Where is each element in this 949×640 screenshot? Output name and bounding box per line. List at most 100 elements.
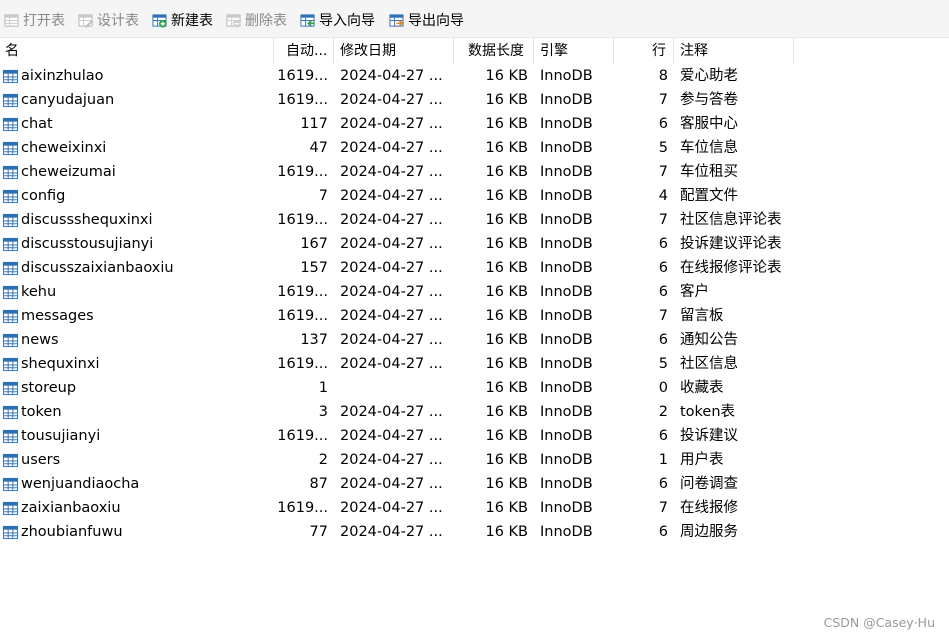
table-row[interactable]: aixinzhulao 1619... 2024-04-27 ... 16 KB Inn… xyxy=(0,64,949,88)
column-divider[interactable] xyxy=(453,38,454,64)
table-name-cell[interactable]: discussshequxinxi xyxy=(3,208,271,232)
comment-cell: 投诉建议评论表 xyxy=(680,236,782,252)
data-length-cell: 16 KB xyxy=(485,188,528,204)
delete-table-button[interactable]: 删除表 xyxy=(226,10,287,30)
engine-cell: InnoDB xyxy=(540,356,593,372)
rows-cell: 6 xyxy=(658,524,668,540)
table-name-cell[interactable]: users xyxy=(3,448,271,472)
design-table-button[interactable]: 设计表 xyxy=(78,10,139,30)
import-icon xyxy=(300,13,315,27)
table-row[interactable]: cheweixinxi 47 2024-04-27 ... 16 KB InnoDB 5 车… xyxy=(0,136,949,160)
engine-cell: InnoDB xyxy=(540,260,593,276)
table-name-cell[interactable]: canyudajuan xyxy=(3,88,271,112)
modified-date-cell: 2024-04-27 ... xyxy=(340,332,443,348)
engine-cell: InnoDB xyxy=(540,212,593,228)
table-name-cell[interactable]: cheweizumai xyxy=(3,160,271,184)
data-length-cell: 16 KB xyxy=(485,260,528,276)
table-row[interactable]: discusszaixianbaoxiu 157 2024-04-27 ... 16 … xyxy=(0,256,949,280)
table-row[interactable]: config 7 2024-04-27 ... 16 KB InnoDB 4 配置文件 xyxy=(0,184,949,208)
column-header-rows[interactable]: 行 xyxy=(652,38,670,64)
table-row[interactable]: zaixianbaoxiu 1619... 2024-04-27 ... 16 KB I… xyxy=(0,496,949,520)
new-table-icon xyxy=(152,13,167,28)
engine-cell: InnoDB xyxy=(540,428,593,444)
table-name-cell[interactable]: zhoubianfuwu xyxy=(3,520,271,544)
import-wizard-button[interactable]: 导入向导 xyxy=(300,10,375,30)
table-row[interactable]: shequxinxi 1619... 2024-04-27 ... 16 KB Inno… xyxy=(0,352,949,376)
column-divider[interactable] xyxy=(333,38,334,64)
table-name-cell[interactable]: cheweixinxi xyxy=(3,136,271,160)
table-name-cell[interactable]: token xyxy=(3,400,271,424)
comment-cell: 客户 xyxy=(680,284,709,300)
column-divider[interactable] xyxy=(793,38,794,64)
column-header-data-length[interactable]: 数据长度 xyxy=(468,38,530,64)
table-row[interactable]: chat 117 2024-04-27 ... 16 KB InnoDB 6 客服中心 xyxy=(0,112,949,136)
table-row[interactable]: zhoubianfuwu 77 2024-04-27 ... 16 KB InnoDB 6… xyxy=(0,520,949,544)
table-icon xyxy=(3,453,18,467)
table-row[interactable]: token 3 2024-04-27 ... 16 KB InnoDB 2 token表 xyxy=(0,400,949,424)
table-name-cell[interactable]: news xyxy=(3,328,271,352)
table-row[interactable]: discussshequxinxi 1619... 2024-04-27 ... 16… xyxy=(0,208,949,232)
table-name-cell[interactable]: kehu xyxy=(3,280,271,304)
table-name-cell[interactable]: chat xyxy=(3,112,271,136)
table-row[interactable]: tousujianyi 1619... 2024-04-27 ... 16 KB Inn… xyxy=(0,424,949,448)
table-row[interactable]: users 2 2024-04-27 ... 16 KB InnoDB 1 用户表 xyxy=(0,448,949,472)
auto-increment-cell: 167 xyxy=(300,236,328,252)
table-row[interactable]: cheweizumai 1619... 2024-04-27 ... 16 KB Inn… xyxy=(0,160,949,184)
table-name-cell[interactable]: discusszaixianbaoxiu xyxy=(3,256,271,280)
auto-increment-cell: 1619... xyxy=(277,68,328,84)
table-icon xyxy=(3,213,18,227)
comment-cell: 参与答卷 xyxy=(680,92,738,108)
rows-cell: 7 xyxy=(658,164,668,180)
open-table-button[interactable]: 打开表 xyxy=(4,10,65,30)
column-divider[interactable] xyxy=(673,38,674,64)
table-name-cell[interactable]: aixinzhulao xyxy=(3,64,271,88)
comment-cell: 配置文件 xyxy=(680,188,738,204)
table-name-cell[interactable]: storeup xyxy=(3,376,271,400)
table-name-cell[interactable]: messages xyxy=(3,304,271,328)
column-divider[interactable] xyxy=(273,38,274,64)
table-row[interactable]: storeup 1 16 KB InnoDB 0 收藏表 xyxy=(0,376,949,400)
table-name-cell[interactable]: tousujianyi xyxy=(3,424,271,448)
engine-cell: InnoDB xyxy=(540,116,593,132)
comment-cell: 用户表 xyxy=(680,452,724,468)
rows-cell: 7 xyxy=(658,92,668,108)
modified-date-cell: 2024-04-27 ... xyxy=(340,524,443,540)
rows-cell: 7 xyxy=(658,212,668,228)
comment-cell: 留言板 xyxy=(680,308,724,324)
modified-date-cell: 2024-04-27 ... xyxy=(340,164,443,180)
auto-increment-cell: 1619... xyxy=(277,308,328,324)
export-wizard-button[interactable]: 导出向导 xyxy=(389,10,464,30)
engine-cell: InnoDB xyxy=(540,404,593,420)
table-row[interactable]: news 137 2024-04-27 ... 16 KB InnoDB 6 通知公告 xyxy=(0,328,949,352)
table-name-cell[interactable]: wenjuandiaocha xyxy=(3,472,271,496)
data-length-cell: 16 KB xyxy=(485,92,528,108)
column-header-auto-increment[interactable]: 自动... xyxy=(286,38,332,64)
table-row[interactable]: kehu 1619... 2024-04-27 ... 16 KB InnoDB 6 客户 xyxy=(0,280,949,304)
column-header-comment[interactable]: 注释 xyxy=(680,38,780,64)
comment-cell: 问卷调查 xyxy=(680,476,738,492)
data-length-cell: 16 KB xyxy=(485,212,528,228)
column-header-modified-date[interactable]: 修改日期 xyxy=(340,38,445,64)
new-table-button[interactable]: 新建表 xyxy=(152,10,213,30)
table-row[interactable]: wenjuandiaocha 87 2024-04-27 ... 16 KB InnoD… xyxy=(0,472,949,496)
rows-cell: 6 xyxy=(658,260,668,276)
table-icon xyxy=(3,69,18,83)
table-row[interactable]: messages 1619... 2024-04-27 ... 16 KB InnoDB… xyxy=(0,304,949,328)
data-length-cell: 16 KB xyxy=(485,308,528,324)
table-name-cell[interactable]: zaixianbaoxiu xyxy=(3,496,271,520)
table-icon xyxy=(3,381,18,395)
table-name-cell[interactable]: shequxinxi xyxy=(3,352,271,376)
table-row[interactable]: discusstousujianyi 167 2024-04-27 ... 16 KB… xyxy=(0,232,949,256)
column-divider[interactable] xyxy=(533,38,534,64)
column-header-name[interactable]: 名 xyxy=(5,38,265,64)
column-header-engine[interactable]: 引擎 xyxy=(540,38,600,64)
table-name-cell[interactable]: config xyxy=(3,184,271,208)
table-row[interactable]: canyudajuan 1619... 2024-04-27 ... 16 KB Inn… xyxy=(0,88,949,112)
table-name-cell[interactable]: discusstousujianyi xyxy=(3,232,271,256)
table-name: cheweixinxi xyxy=(21,140,107,156)
table-icon xyxy=(3,501,18,515)
modified-date-cell: 2024-04-27 ... xyxy=(340,356,443,372)
column-divider[interactable] xyxy=(613,38,614,64)
rows-cell: 2 xyxy=(658,404,668,420)
rows-cell: 6 xyxy=(658,476,668,492)
